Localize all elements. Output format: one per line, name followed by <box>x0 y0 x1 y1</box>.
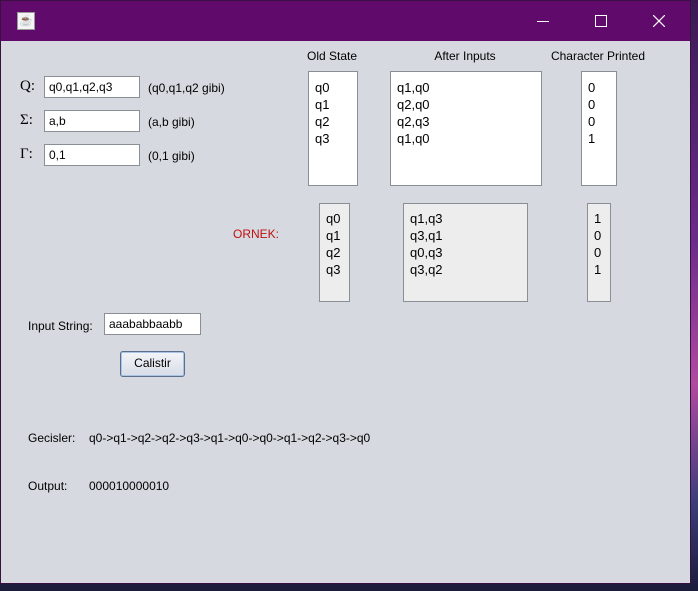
minimize-icon <box>537 20 549 22</box>
list-item: 1 <box>594 211 602 226</box>
list-item: 0 <box>594 228 602 243</box>
transitions-value: q0->q1->q2->q2->q3->q1->q0->q0->q1->q2->… <box>89 431 371 445</box>
minimize-button[interactable] <box>514 1 572 41</box>
list-item: 0 <box>588 80 596 95</box>
maximize-button[interactable] <box>572 1 630 41</box>
list-item: 0 <box>588 114 596 129</box>
list-item: q1,q3 <box>410 211 443 226</box>
states-hint: (q0,q1,q2 gibi) <box>148 81 225 95</box>
app-window: ☕ Q: q0,q1,q2,q3 (q0,q1,q2 gibi) Σ: a,b … <box>0 0 691 584</box>
input-alphabet-input[interactable]: a,b <box>44 110 140 132</box>
maximize-icon <box>595 15 607 27</box>
list-item: q2 <box>326 245 341 260</box>
input-alphabet-hint: (a,b gibi) <box>148 115 195 129</box>
after-inputs-textarea[interactable]: q1,q0 q2,q0 q2,q3 q1,q0 <box>390 71 542 186</box>
list-item: q2 <box>315 114 330 129</box>
output-alphabet-input[interactable]: 0,1 <box>44 144 140 166</box>
character-printed-header: Character Printed <box>550 49 646 63</box>
states-symbol: Q: <box>20 78 35 94</box>
example-character-printed-box: 1 0 0 1 <box>587 203 611 302</box>
list-item: q3,q2 <box>410 262 443 277</box>
list-item: q1,q0 <box>397 131 430 146</box>
list-item: q3 <box>315 131 330 146</box>
list-item: q1 <box>315 97 330 112</box>
list-item: q3,q1 <box>410 228 443 243</box>
run-button[interactable]: Calistir <box>120 351 185 377</box>
close-icon <box>653 15 665 27</box>
close-button[interactable] <box>630 1 688 41</box>
after-inputs-header: After Inputs <box>434 49 496 63</box>
output-label: Output: <box>28 479 68 493</box>
list-item: 1 <box>594 262 602 277</box>
input-string-field[interactable]: aaababbaabb <box>104 313 201 335</box>
output-value: 000010000010 <box>89 479 170 493</box>
list-item: q1,q0 <box>397 80 430 95</box>
example-after-inputs-box: q1,q3 q3,q1 q0,q3 q3,q2 <box>403 203 528 302</box>
input-string-label: Input String: <box>28 319 93 333</box>
example-old-state-box: q0 q1 q2 q3 <box>319 203 350 302</box>
list-item: q3 <box>326 262 341 277</box>
list-item: q0 <box>326 211 341 226</box>
list-item: 1 <box>588 131 596 146</box>
output-alphabet-hint: (0,1 gibi) <box>148 149 195 163</box>
output-alphabet-symbol: Γ: <box>20 146 33 162</box>
java-icon: ☕ <box>17 12 35 30</box>
list-item: 0 <box>588 97 596 112</box>
states-input[interactable]: q0,q1,q2,q3 <box>44 76 140 98</box>
title-bar[interactable]: ☕ <box>1 1 690 41</box>
list-item: 0 <box>594 245 602 260</box>
character-printed-textarea[interactable]: 0 0 0 1 <box>581 71 617 186</box>
old-state-textarea[interactable]: q0 q1 q2 q3 <box>308 71 358 186</box>
list-item: q1 <box>326 228 341 243</box>
list-item: q2,q0 <box>397 97 430 112</box>
input-alphabet-symbol: Σ: <box>20 112 33 128</box>
list-item: q2,q3 <box>397 114 430 129</box>
transitions-label: Gecisler: <box>28 431 76 445</box>
example-label: ORNEK: <box>233 227 280 241</box>
list-item: q0,q3 <box>410 245 443 260</box>
list-item: q0 <box>315 80 330 95</box>
old-state-header: Old State <box>306 49 358 63</box>
